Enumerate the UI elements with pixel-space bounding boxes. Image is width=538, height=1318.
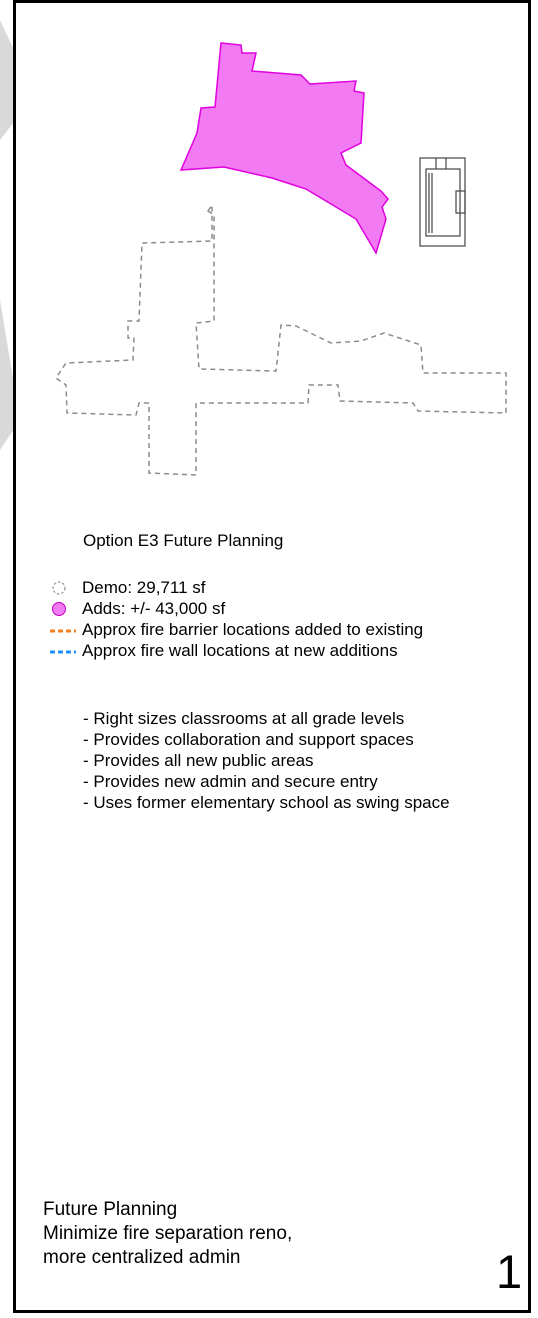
list-item: - Provides collaboration and support spa… [83, 730, 414, 749]
orange-dash-icon [50, 629, 76, 633]
former-elementary-school [419, 157, 466, 247]
list-item: - Uses former elementary school as swing… [83, 793, 450, 812]
legend-item-demo: Demo: 29,711 sf [49, 577, 423, 598]
footer-caption: Future Planning Minimize fire separation… [43, 1198, 292, 1270]
legend-item-fire-barrier: Approx fire barrier locations added to e… [49, 619, 423, 640]
legend-item-adds: Adds: +/- 43,000 sf [49, 598, 423, 619]
footer-line: Minimize fire separation reno, [43, 1223, 293, 1244]
dashed-circle-icon [52, 581, 66, 595]
page-number: 1 [496, 1245, 523, 1298]
list-item: - Provides new admin and secure entry [83, 772, 378, 791]
legend-label: Approx fire barrier locations added to e… [82, 620, 424, 639]
plan-panel: Option E3 Future Planning Demo: 29,711 s… [13, 0, 531, 1313]
blue-dash-icon [50, 650, 76, 654]
legend-label: Demo: 29,711 sf [82, 578, 206, 597]
magenta-circle-icon [52, 602, 66, 616]
legend-item-fire-wall: Approx fire wall locations at new additi… [49, 640, 423, 661]
option-title: Option E3 Future Planning [83, 531, 284, 550]
site-plan [54, 42, 507, 476]
list-item: - Provides all new public areas [83, 751, 314, 770]
benefits-list: - Right sizes classrooms at all grade le… [83, 708, 513, 813]
footer-line: more centralized admin [43, 1247, 241, 1268]
list-item: - Right sizes classrooms at all grade le… [83, 709, 405, 728]
addition-footprint [179, 42, 389, 255]
legend: Demo: 29,711 sf Adds: +/- 43,000 sf Appr… [49, 577, 423, 661]
legend-label: Adds: +/- 43,000 sf [82, 599, 226, 618]
legend-label: Approx fire wall locations at new additi… [82, 641, 398, 660]
footer-title: Future Planning [43, 1199, 178, 1220]
